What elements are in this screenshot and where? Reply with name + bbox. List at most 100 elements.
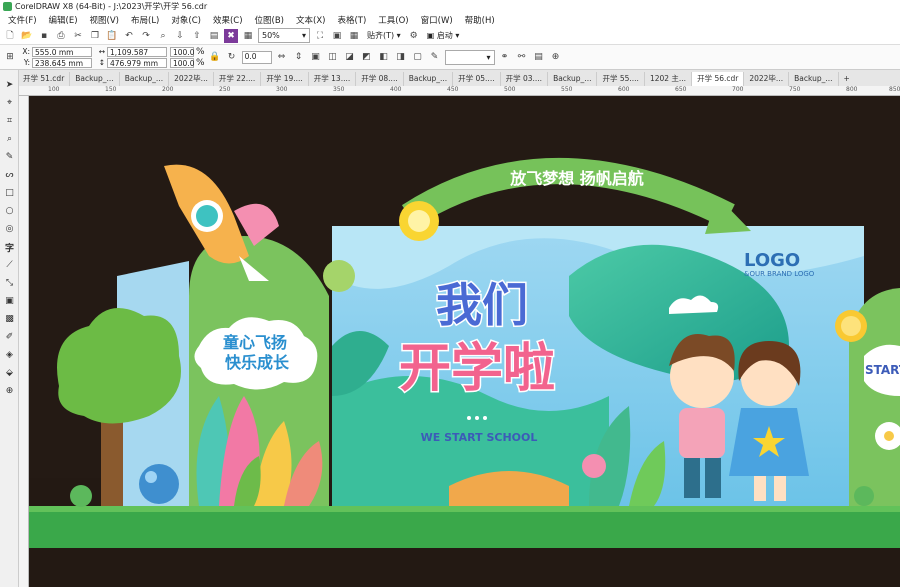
full-screen-icon[interactable]: ⛶ [313,29,327,43]
zoom-tool-icon[interactable]: ⌕ [0,130,19,148]
redo-icon[interactable]: ↷ [139,29,153,43]
menu-edit[interactable]: 编辑(E) [43,14,84,26]
grid-icon[interactable]: ▦ [347,29,361,43]
rotate-icon[interactable]: ↻ [225,50,239,64]
back-minus-front-icon[interactable]: ◨ [394,50,408,64]
menu-file[interactable]: 文件(F) [2,14,43,26]
doc-tab[interactable]: 开学 08.... [356,72,404,86]
doc-tab[interactable]: 开学 03.... [501,72,549,86]
front-minus-back-icon[interactable]: ◧ [377,50,391,64]
width-field[interactable]: 1,109.587 mm [107,46,167,66]
doc-tab[interactable]: 1202 主... [645,72,693,86]
options-gear-icon[interactable]: ⚙ [407,29,421,43]
spiral-tool-icon[interactable]: ◎ [0,220,19,238]
doc-tab[interactable]: 开学 19.... [261,72,309,86]
scale-y-field[interactable]: 100.0 [170,57,194,68]
lock-ratio-icon[interactable]: 🔒 [208,50,222,64]
trim-icon[interactable]: ◫ [326,50,340,64]
simplify-icon[interactable]: ◩ [360,50,374,64]
copy-icon[interactable]: ❐ [88,29,102,43]
intersect-icon[interactable]: ◪ [343,50,357,64]
doc-tab[interactable]: Backup_... [404,72,454,86]
mirror-v-icon[interactable]: ⇕ [292,50,306,64]
doc-tab[interactable]: 开学 55.... [597,72,645,86]
export-icon[interactable]: ⇧ [190,29,204,43]
doc-tab[interactable]: 2022毕... [744,72,790,86]
outline-width-select[interactable]: ▾ [444,49,495,65]
menu-help[interactable]: 帮助(H) [459,14,501,26]
connector-tool-icon[interactable]: ⤡ [0,274,19,292]
doc-tab-active[interactable]: 开学 56.cdr [692,72,745,86]
shape-tool-icon[interactable]: ⌖ [0,94,19,112]
pick-tool-icon[interactable]: ➤ [0,76,19,94]
dimension-tool-icon[interactable]: ⟋ [0,256,19,274]
search-icon[interactable]: ⌕ [156,29,170,43]
wrap-text-icon[interactable]: ▤ [532,50,546,64]
corel-connect-icon[interactable]: ✖ [224,28,238,43]
drop-shadow-icon[interactable]: ▣ [0,292,19,310]
outline-pen-icon[interactable]: ✎ [428,50,442,64]
ellipse-tool-icon[interactable]: ○ [0,202,19,220]
y-position-field[interactable]: 238.645 mm [32,57,92,68]
paste-icon[interactable]: 📋 [105,29,119,43]
object-origin-icon[interactable]: ⊞ [3,50,17,64]
pdf-icon[interactable]: ▤ [207,29,221,43]
import-icon[interactable]: ⇩ [173,29,187,43]
create-boundary-icon[interactable]: ▢ [411,50,425,64]
transparency-icon[interactable]: ▩ [0,310,19,328]
menu-effects[interactable]: 效果(C) [207,14,249,26]
freehand-tool-icon[interactable]: ✎ [0,148,19,166]
rotation-field[interactable]: 0.0 [241,50,272,64]
menu-tools[interactable]: 工具(O) [372,14,414,26]
doc-tab[interactable]: 开学 51.cdr [18,72,71,86]
rectangle-tool-icon[interactable]: □ [0,184,19,202]
new-tab-icon[interactable]: + [839,72,855,86]
new-icon[interactable]: 🗋 [3,29,17,43]
eyedropper-icon[interactable]: ✐ [0,328,19,346]
open-icon[interactable]: 📂 [20,29,34,43]
cut-icon[interactable]: ✂ [71,29,85,43]
doc-tab[interactable]: 开学 05.... [453,72,501,86]
doc-tab[interactable]: 开学 22.... [214,72,262,86]
logo-subtext: &OUR BRAND LOGO [744,270,815,278]
link-icon[interactable]: ⚭ [498,50,512,64]
crop-tool-icon[interactable]: ⌗ [0,112,19,130]
undo-icon[interactable]: ↶ [122,29,136,43]
break-link-icon[interactable]: ⚯ [515,50,529,64]
subtitle-text: WE START SCHOOL [421,431,538,444]
menu-text[interactable]: 文本(X) [290,14,331,26]
doc-tab[interactable]: Backup_... [120,72,170,86]
add-tool-icon[interactable]: ⊕ [0,382,19,400]
app-launcher-icon[interactable]: ▦ [241,29,255,43]
doc-tab[interactable]: Backup_... [70,72,120,86]
doc-tab[interactable]: Backup_... [789,72,839,86]
text-tool-icon[interactable]: 字 [0,238,19,256]
scale-x-field[interactable]: 100.0 [170,46,194,57]
launch-button[interactable]: ▣ 启动 ▾ [424,28,463,43]
doc-tab[interactable]: 开学 13.... [309,72,357,86]
menu-layout[interactable]: 布局(L) [125,14,165,26]
zoom-value: 50% [262,31,280,40]
add-icon[interactable]: ⊕ [549,50,563,64]
doc-tab[interactable]: Backup_... [548,72,598,86]
x-position-field[interactable]: 555.0 mm [32,46,92,57]
weld-icon[interactable]: ▣ [309,50,323,64]
smart-fill-icon[interactable]: ⬙ [0,364,19,382]
menu-bitmaps[interactable]: 位图(B) [249,14,290,26]
menu-view[interactable]: 视图(V) [84,14,125,26]
print-icon[interactable]: ⎙ [54,29,68,43]
arch-text: 放飞梦想 扬帆启航 [509,169,644,188]
snap-to-button[interactable]: 贴齐(T) ▾ [364,28,404,43]
artistic-media-icon[interactable]: ᔕ [0,166,19,184]
drawing-canvas[interactable]: 童心飞扬 快乐成长 放飞梦想 扬帆启航 我们 开学啦 WE START SCHO… [29,96,900,587]
height-field[interactable]: 476.979 mm [107,57,167,68]
interactive-fill-icon[interactable]: ◈ [0,346,19,364]
save-icon[interactable]: ▪ [37,29,51,43]
zoom-select[interactable]: 50% ▾ [258,28,310,43]
rulers-icon[interactable]: ▣ [330,29,344,43]
menu-object[interactable]: 对象(C) [165,14,207,26]
menu-window[interactable]: 窗口(W) [415,14,459,26]
doc-tab[interactable]: 2022毕... [169,72,214,86]
menu-table[interactable]: 表格(T) [331,14,372,26]
mirror-h-icon[interactable]: ⇔ [275,50,289,64]
